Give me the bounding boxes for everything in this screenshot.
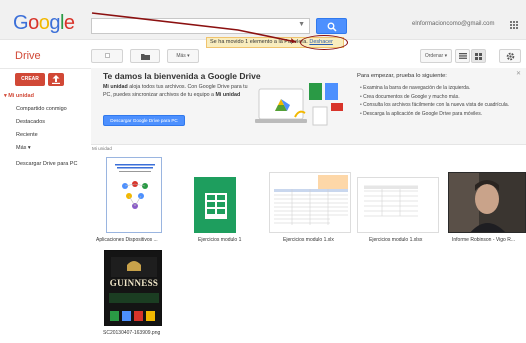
file-name[interactable]: Aplicaciones Dispositivos ...: [96, 237, 158, 243]
sidebar-item-starred[interactable]: Destacados: [16, 119, 45, 125]
grid-view-icon: [475, 53, 482, 60]
file-name[interactable]: SC20130407-163909.png: [103, 330, 160, 336]
select-all-checkbox[interactable]: [91, 49, 123, 63]
gear-icon: [506, 52, 514, 61]
highlight-ellipse: [300, 35, 348, 50]
sidebar-item-recent[interactable]: Reciente: [16, 132, 38, 138]
drive-title[interactable]: Drive: [15, 50, 41, 62]
settings-button[interactable]: [499, 49, 521, 63]
tip-item: Descarga la aplicación de Google Drive p…: [360, 110, 510, 119]
welcome-text: Mi unidad aloja todos tus archivos. Con …: [103, 84, 248, 98]
section-label: Mi unidad: [92, 146, 112, 151]
document-preview-icon: [115, 164, 155, 209]
tip-item: Examina la barra de navegación de la izq…: [360, 84, 510, 93]
tips-list: Examina la barra de navegación de la izq…: [360, 84, 510, 118]
search-icon: [327, 22, 337, 32]
file-thumbnail-xlsx[interactable]: [357, 177, 439, 233]
file-name[interactable]: Ejercicios modulo 1.xlsx: [369, 237, 422, 243]
file-name[interactable]: Informe Robinson - Vigo R...: [452, 237, 515, 243]
upload-button[interactable]: [48, 73, 64, 86]
file-name[interactable]: Ejercicios modulo 1: [198, 237, 241, 243]
search-button[interactable]: [316, 18, 347, 34]
close-icon[interactable]: ✕: [516, 70, 521, 77]
file-thumbnail-xls[interactable]: [269, 172, 351, 233]
file-thumbnail-doc[interactable]: [106, 157, 162, 233]
tips-title: Para empezar, prueba lo siguiente:: [357, 73, 447, 79]
create-button[interactable]: CREAR: [15, 73, 45, 86]
image-text: GUINNESS: [109, 278, 159, 288]
spreadsheet-preview-icon: [364, 185, 418, 217]
google-logo[interactable]: Google: [13, 12, 75, 35]
grid-view-button[interactable]: [471, 49, 486, 63]
upload-icon: [52, 75, 60, 84]
tip-item: Consulta los archivos fácilmente con la …: [360, 101, 510, 110]
file-thumbnail-sheet[interactable]: [194, 177, 236, 233]
search-input[interactable]: ▼: [91, 18, 310, 34]
sort-button[interactable]: Ordenar ▾: [420, 49, 452, 63]
file-thumbnail-image[interactable]: GUINNESS: [104, 250, 162, 326]
video-preview-icon: [449, 173, 525, 232]
download-drive-button[interactable]: Descargar Google Drive para PC: [103, 115, 185, 126]
list-view-icon: [458, 53, 467, 59]
chevron-down-icon[interactable]: ▼: [298, 21, 305, 28]
drive-illustration-icon: [255, 83, 343, 126]
sheets-icon: [205, 193, 227, 219]
sidebar-item-my-drive[interactable]: ▾ Mi unidad: [4, 93, 34, 99]
file-thumbnail-video[interactable]: [448, 172, 526, 233]
file-name[interactable]: Ejercicios modulo 1.xlx: [283, 237, 334, 243]
more-button[interactable]: Más ▾: [167, 49, 199, 63]
new-folder-button[interactable]: [130, 49, 160, 63]
sidebar-item-download-drive[interactable]: Descargar Drive para PC: [16, 161, 77, 167]
account-email[interactable]: elnformacioncomo@gmail.com: [412, 21, 494, 27]
tip-item: Crea documentos de Google y mucho más.: [360, 93, 510, 102]
apps-grid-icon[interactable]: [510, 21, 518, 29]
welcome-title: Te damos la bienvenida a Google Drive: [103, 71, 261, 81]
sidebar-item-shared[interactable]: Compartido conmigo: [16, 106, 67, 112]
list-view-button[interactable]: [455, 49, 470, 63]
folder-icon: [140, 54, 150, 60]
sidebar-item-more[interactable]: Más ▾: [16, 145, 31, 151]
phone-screenshot-icon: [105, 251, 161, 325]
spreadsheet-preview-icon: [274, 175, 348, 225]
